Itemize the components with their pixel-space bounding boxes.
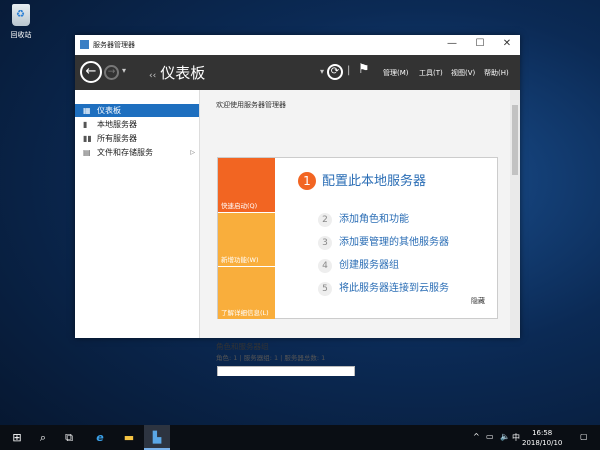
divider: | [347,65,351,76]
tile-learn-more[interactable]: 了解详细信息(L) [218,267,275,319]
volume-muted-icon[interactable]: 🔈 [500,432,510,441]
task-view-icon[interactable]: ⧉ [56,425,82,450]
menu-tools[interactable]: 工具(T) [419,68,443,78]
quick-start-panel: 快速启动(Q) 新增功能(W) 了解详细信息(L) 1 配置此本地服务器 2 添加角… [217,157,498,319]
expand-arrow-icon: ▷ [190,149,195,156]
clock[interactable]: 16:58 2018/10/10 [522,428,562,448]
internet-explorer-icon[interactable]: e [87,425,113,450]
scrollbar-thumb[interactable] [512,105,518,175]
breadcrumb-chevron-icon: ‹‹ [149,71,157,81]
role-tile[interactable] [217,366,355,376]
notifications-flag-icon[interactable]: ⚑ [358,62,370,77]
storage-icon: ▤ [83,148,91,157]
ime-indicator[interactable]: 中 [512,432,520,443]
window-title: 服务器管理器 [93,41,135,49]
dashboard-icon: ▦ [83,106,91,115]
tile-whats-new[interactable]: 新增功能(W) [218,213,275,266]
file-explorer-icon[interactable]: ▬ [116,425,142,450]
server-icon: ▮ [83,120,88,129]
menu-view[interactable]: 视图(V) [451,68,475,78]
sidebar-item-all-servers[interactable]: ▮▮ 所有服务器 [75,132,199,145]
start-windows-icon[interactable]: ⊞ [4,425,30,450]
configure-local-server-link[interactable]: 1 配置此本地服务器 [298,170,426,190]
hide-link[interactable]: 隐藏 [471,296,485,306]
add-servers-link[interactable]: 3 添加要管理的其他服务器 [318,233,449,250]
add-roles-link[interactable]: 2 添加角色和功能 [318,210,409,227]
servers-icon: ▮▮ [83,134,92,143]
roles-heading: 角色和服务器组 [216,342,269,351]
create-server-group-link[interactable]: 4 创建服务器组 [318,256,399,273]
connect-cloud-link[interactable]: 5 将此服务器连接到云服务 [318,279,449,296]
tray-chevron-icon[interactable]: ^ [473,432,480,441]
title-bar[interactable]: 服务器管理器 — ☐ ✕ [75,35,520,55]
server-manager-window: 服务器管理器 — ☐ ✕ ← → ▾ ‹‹ 仪表板 ▾ ⟳ | ⚑ 管理(M) 工… [75,35,520,376]
dashboard-content: 欢迎使用服务器管理器 快速启动(Q) 新增功能(W) 了解详细信息(L) 1 配置… [200,90,510,376]
toolbar: ← → ▾ ‹‹ 仪表板 ▾ ⟳ | ⚑ 管理(M) 工具(T) 视图(V) 帮助… [75,55,520,90]
server-manager-taskbar-icon[interactable]: ▙ [144,425,170,450]
taskbar: ⊞ ⌕ ⧉ e ▬ ▙ ^ ▭ 🔈 中 16:58 2018/10/10 ▢ [0,425,600,450]
minimize-button[interactable]: — [440,38,464,49]
refresh-button[interactable]: ⟳ [327,64,343,80]
welcome-heading: 欢迎使用服务器管理器 [216,101,286,109]
maximize-button[interactable]: ☐ [468,38,492,49]
action-center-icon[interactable]: ▢ [580,432,588,441]
refresh-dropdown-icon[interactable]: ▾ [320,67,324,76]
roles-summary: 角色: 1 | 服务器组: 1 | 服务器总数: 1 [216,354,326,362]
breadcrumb-current: 仪表板 [160,64,206,82]
sidebar-item-dashboard[interactable]: ▦ 仪表板 [75,104,199,117]
back-button[interactable]: ← [80,61,102,83]
forward-button[interactable]: → [104,65,119,80]
history-dropdown-icon[interactable]: ▾ [122,66,126,75]
recycle-bin-label: 回收站 [10,31,32,39]
menu-help[interactable]: 帮助(H) [484,68,509,78]
tile-quick-start[interactable]: 快速启动(Q) [218,158,275,212]
network-icon[interactable]: ▭ [486,432,494,441]
sidebar: ▦ 仪表板 ▮ 本地服务器 ▮▮ 所有服务器 ▤ 文件和存储服务 ▷ [75,90,200,338]
close-button[interactable]: ✕ [495,38,519,49]
server-manager-icon [80,40,89,49]
sidebar-item-local-server[interactable]: ▮ 本地服务器 [75,118,199,131]
menu-manage[interactable]: 管理(M) [383,68,409,78]
search-icon[interactable]: ⌕ [30,425,56,450]
sidebar-item-file-storage[interactable]: ▤ 文件和存储服务 ▷ [75,146,199,159]
breadcrumb: ‹‹ 仪表板 [149,62,205,83]
recycle-bin[interactable]: 回收站 [4,4,38,40]
recycle-bin-icon [12,4,30,26]
